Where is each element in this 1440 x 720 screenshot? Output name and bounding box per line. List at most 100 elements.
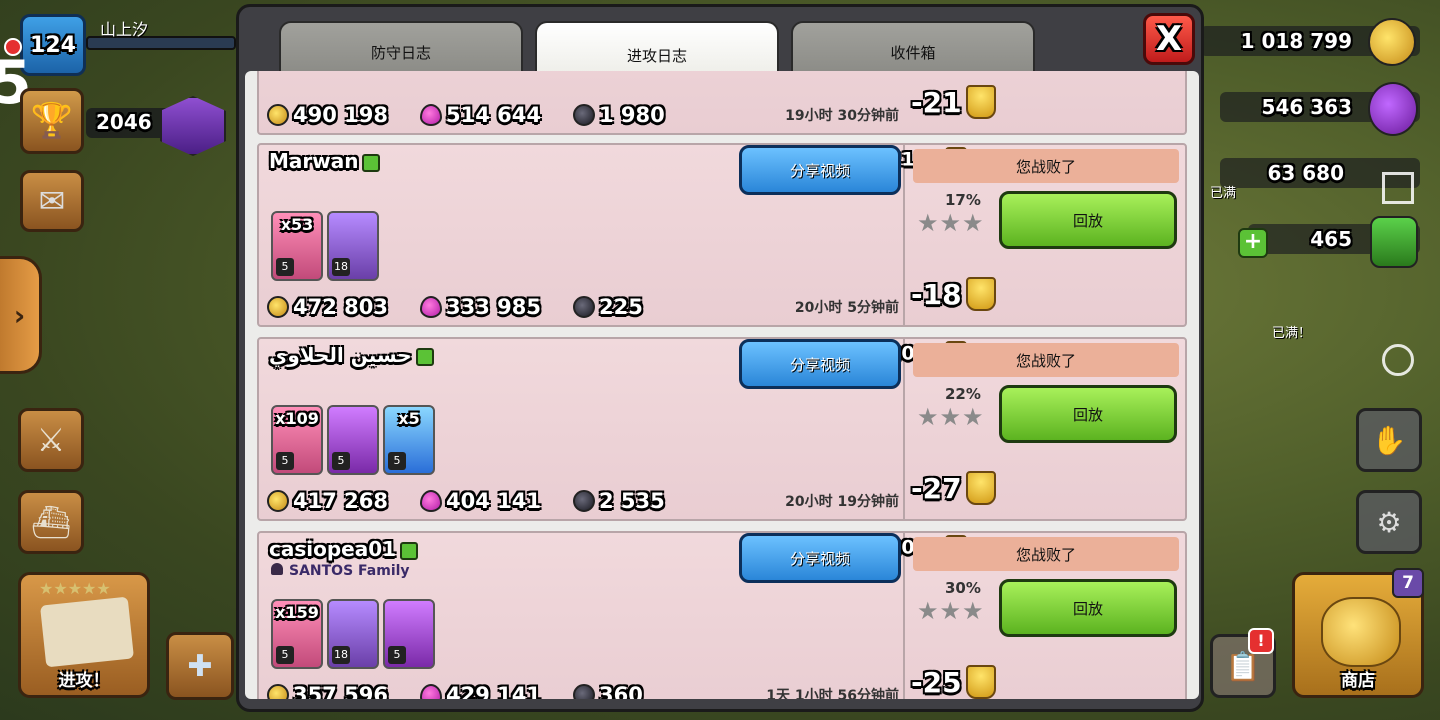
- trophy-delta: -27: [911, 471, 996, 505]
- gold-icon: [267, 104, 289, 126]
- swords-icon[interactable]: ⚔: [18, 408, 84, 472]
- trophy-delta-value: -25: [911, 665, 962, 699]
- troop-level: 5: [388, 646, 406, 664]
- trophy-delta-value: -27: [911, 471, 962, 505]
- gold-icon: [1368, 18, 1416, 66]
- tab-defense-log[interactable]: 防守日志: [279, 21, 523, 77]
- settings-gear-icon[interactable]: ⚙: [1356, 490, 1422, 554]
- gem-icon: [1370, 216, 1418, 268]
- troop-qty: x159: [275, 603, 319, 622]
- trophy-icon: [965, 85, 996, 119]
- replay-button[interactable]: 回放: [999, 385, 1177, 443]
- troop-spell-icon: x5 5: [383, 405, 435, 475]
- troop-level: 18: [332, 258, 350, 276]
- square-nav-icon[interactable]: [1382, 172, 1414, 204]
- home-nav-icon[interactable]: [1382, 344, 1414, 376]
- tab-inbox[interactable]: 收件箱: [791, 21, 1035, 77]
- trophy-delta: -25: [911, 665, 996, 699]
- shield-icon[interactable]: ✚: [166, 632, 234, 700]
- shop-coins-icon: [1321, 597, 1401, 667]
- clan-badge-icon: [271, 563, 283, 575]
- close-button[interactable]: X: [1143, 13, 1195, 65]
- destruction-percent: 17%: [945, 191, 981, 209]
- loot-elixir: 429 141: [445, 683, 541, 699]
- profile-book-icon[interactable]: [362, 153, 381, 172]
- shop-label: 商店: [1341, 671, 1375, 691]
- loot-dark: 2 535: [598, 489, 665, 513]
- troop-warden-icon: 5: [327, 405, 379, 475]
- opponent-name[interactable]: casiopea01: [269, 537, 419, 561]
- opponent-name[interactable]: Marwan: [269, 149, 381, 173]
- replay-button[interactable]: 回放: [999, 191, 1177, 249]
- battle-time: 1天 1小时 56分钟前: [766, 688, 899, 699]
- attack-button[interactable]: ★★★★★ 进攻！: [18, 572, 150, 698]
- replay-button[interactable]: 回放: [999, 579, 1177, 637]
- battle-log-panel: 防守日志 进攻日志 收件箱 X 490 198 514 644 1 980 19…: [236, 4, 1204, 712]
- loot-gold: 417 268: [293, 489, 388, 513]
- loot-row: 417 268 404 141 2 535: [267, 489, 697, 513]
- expand-chevron-icon[interactable]: ›: [0, 256, 42, 374]
- elixir-icon: [419, 490, 442, 512]
- gold-icon: [267, 490, 289, 512]
- troop-level: 5: [388, 452, 406, 470]
- destruction-percent: 22%: [945, 385, 981, 403]
- edit-layout-icon[interactable]: ✋: [1356, 408, 1422, 472]
- trophy-delta: -21: [911, 85, 996, 119]
- alert-badge: !: [1248, 628, 1274, 654]
- clan-name[interactable]: SANTOS Family: [271, 563, 410, 579]
- loot-gold: 357 596: [293, 683, 388, 699]
- trophy-icon: [965, 665, 996, 699]
- elixir-icon: [419, 296, 442, 318]
- log-entry-partial: 490 198 514 644 1 980 19小时 30分钟前 -21: [257, 71, 1187, 135]
- trophy-delta: -18: [911, 277, 996, 311]
- opponent-name[interactable]: حسين الحلاوي: [269, 343, 434, 367]
- troop-archer-icon: x109 5: [271, 405, 323, 475]
- loot-row: 472 803 333 985 225: [267, 295, 675, 319]
- buy-gems-button[interactable]: +: [1238, 228, 1268, 258]
- trophy-icon[interactable]: 🏆: [20, 88, 84, 154]
- league-badge-icon[interactable]: [160, 96, 226, 156]
- log-entry: Marwan 2188 分享视频 x53 5 18 472 803 333 98…: [257, 143, 1187, 327]
- share-video-button[interactable]: 分享视频: [739, 533, 901, 583]
- share-video-button[interactable]: 分享视频: [739, 145, 901, 195]
- battle-result: 您战败了: [913, 149, 1179, 183]
- dark-elixir-icon: [572, 296, 595, 318]
- trophy-icon: [965, 471, 996, 505]
- opponent-name-text: casiopea01: [269, 537, 397, 561]
- mail-icon[interactable]: ✉: [20, 170, 84, 232]
- share-video-button[interactable]: 分享视频: [739, 339, 901, 389]
- troop-queen-icon: 18: [327, 211, 379, 281]
- troop-warden-icon: 5: [383, 599, 435, 669]
- dark-elixir-icon: [572, 684, 595, 699]
- attack-log-list[interactable]: 490 198 514 644 1 980 19小时 30分钟前 -21 Mar…: [245, 71, 1199, 699]
- player-name: 山上汐: [100, 20, 149, 39]
- troop-archer-icon: x53 5: [271, 211, 323, 281]
- attack-label: 进攻！: [58, 671, 110, 691]
- storage-full-label: 已满: [1210, 186, 1237, 201]
- dark-elixir-icon: [572, 104, 595, 126]
- profile-book-icon[interactable]: [400, 541, 419, 560]
- builder-base-icon[interactable]: ⛴: [18, 490, 84, 554]
- treasure-map-icon: [40, 596, 134, 668]
- profile-book-icon[interactable]: [415, 347, 434, 366]
- troop-qty: x109: [275, 409, 319, 428]
- loot-elixir: 404 141: [445, 489, 541, 513]
- log-entry: حسين الحلاوي 2016 分享视频 x109 5 5 x5 5 417…: [257, 337, 1187, 521]
- loot-elixir: 333 985: [445, 295, 541, 319]
- star-rating-icon: ★★★: [917, 209, 985, 237]
- battle-time: 20小时 19分钟前: [785, 494, 899, 510]
- trophy-delta-value: -18: [911, 277, 962, 311]
- battle-result: 您战败了: [913, 537, 1179, 571]
- troop-level: 5: [276, 258, 294, 276]
- trophy-count: 2046: [96, 110, 152, 134]
- troop-level: 18: [332, 646, 350, 664]
- loot-row: 357 596 429 141 360: [267, 683, 675, 699]
- troops-used: x159 5 18 5: [271, 599, 435, 669]
- opponent-name-text: حسين الحلاوي: [269, 343, 412, 367]
- loot-elixir: 514 644: [445, 103, 541, 127]
- troop-archer-icon: x159 5: [271, 599, 323, 669]
- troops-used: x53 5 18: [271, 211, 379, 281]
- elixir-icon: [1368, 82, 1418, 136]
- elixir-icon: [419, 684, 442, 699]
- dark-elixir-icon: [572, 490, 595, 512]
